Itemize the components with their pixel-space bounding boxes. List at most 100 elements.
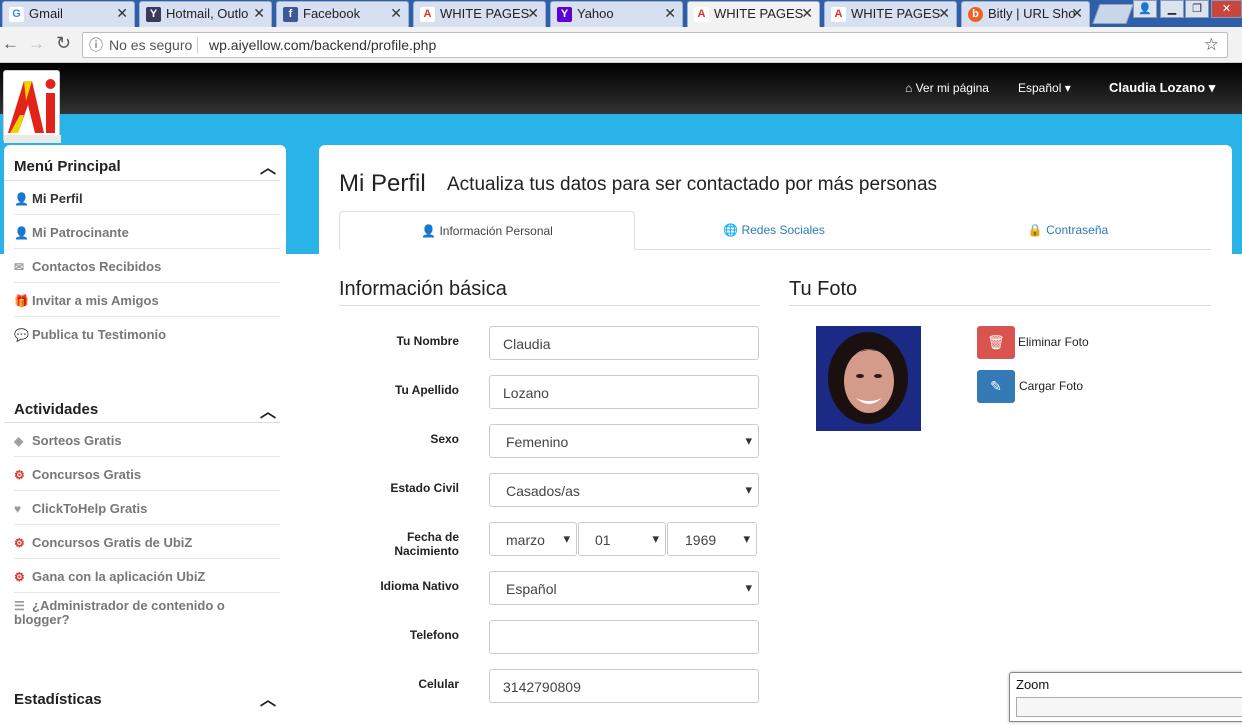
- estado-civil-label: Estado Civil: [390, 481, 459, 495]
- birth-year-select[interactable]: 1969: [667, 522, 757, 556]
- sidebar-item-testimonio[interactable]: 💬 Publica tu Testimonio: [14, 317, 280, 351]
- new-tab-button[interactable]: [1092, 4, 1134, 24]
- sidebar-item-sorteos[interactable]: ◈ Sorteos Gratis: [14, 423, 280, 457]
- bitly-icon: b: [968, 7, 983, 22]
- browser-tab[interactable]: b Bitly | URL Sho ✕: [961, 1, 1090, 27]
- browser-tab[interactable]: A WHITE PAGES ✕: [413, 1, 546, 27]
- telefono-input[interactable]: [489, 620, 759, 654]
- browser-tab[interactable]: Y Yahoo ✕: [550, 1, 683, 27]
- apellido-label: Tu Apellido: [395, 383, 459, 397]
- maximize-button[interactable]: ❐: [1185, 0, 1209, 18]
- tab-informacion-personal[interactable]: 👤 Información Personal: [339, 211, 635, 250]
- sidebar-item-contactos[interactable]: ✉ Contactos Recibidos: [14, 249, 280, 283]
- birth-month-select[interactable]: marzo: [489, 522, 577, 556]
- pencil-icon: ✎: [990, 378, 1002, 394]
- sidebar-item-blogger[interactable]: ☰ ¿Administrador de contenido o blogger?: [14, 593, 280, 637]
- upload-photo-button[interactable]: ✎: [977, 370, 1015, 403]
- main-menu-title[interactable]: Menú Principal ︿: [4, 145, 280, 181]
- sidebar-item-gana-ubiz[interactable]: ⚙ Gana con la aplicación UbiZ: [14, 559, 280, 593]
- heart-icon: ♥: [14, 502, 22, 516]
- cogs-icon: ⚙: [14, 536, 25, 550]
- close-icon[interactable]: ✕: [938, 5, 950, 22]
- user-dropdown[interactable]: Claudia Lozano ▾: [1109, 80, 1215, 96]
- comments-icon: 💬: [14, 328, 29, 342]
- browser-tab[interactable]: Y Hotmail, Outlo ✕: [139, 1, 272, 27]
- close-icon[interactable]: ✕: [1071, 5, 1083, 22]
- caret-down-icon: ▾: [1208, 80, 1216, 95]
- cogs-icon: ⚙: [14, 570, 25, 584]
- url-field[interactable]: ⓘ No es seguro wp.aiyellow.com/backend/p…: [82, 32, 1228, 58]
- reload-icon[interactable]: ↻: [56, 33, 71, 54]
- divider: [339, 305, 760, 306]
- delete-photo-button[interactable]: 🗑: [977, 326, 1015, 359]
- close-icon[interactable]: ✕: [390, 5, 402, 22]
- close-icon[interactable]: ✕: [801, 5, 813, 22]
- close-icon[interactable]: ✕: [253, 5, 265, 22]
- zoom-content[interactable]: [1016, 697, 1242, 717]
- browser-tab-bar: G Gmail ✕ Y Hotmail, Outlo ✕ f Facebook ✕ A WHI…: [0, 0, 1242, 27]
- apellido-input[interactable]: Lozano: [489, 375, 759, 409]
- cogs-icon: ⚙: [14, 468, 25, 482]
- close-icon[interactable]: ✕: [527, 5, 539, 22]
- sidebar-item-concursos-ubiz[interactable]: ⚙ Concursos Gratis de UbiZ: [14, 525, 280, 559]
- chevron-up-icon[interactable]: ︿: [260, 154, 276, 178]
- language-dropdown[interactable]: Español ▾: [1018, 81, 1071, 95]
- profile-photo-image: [816, 326, 921, 431]
- address-bar: ← → ↻ ⓘ No es seguro wp.aiyellow.com/bac…: [0, 27, 1242, 63]
- tab-contrasena[interactable]: 🔒 Contraseña: [913, 211, 1223, 250]
- idioma-label: Idioma Nativo: [380, 579, 459, 593]
- google-icon: G: [9, 7, 24, 22]
- nombre-input[interactable]: Claudia: [489, 326, 759, 360]
- close-icon[interactable]: ✕: [664, 5, 676, 22]
- stats-title[interactable]: Estadísticas ︿: [4, 680, 280, 716]
- sidebar-item-invitar[interactable]: 🎁 Invitar a mis Amigos: [14, 283, 280, 317]
- delete-photo-label[interactable]: Eliminar Foto: [1018, 335, 1089, 349]
- page-title: Mi Perfil: [339, 170, 426, 197]
- main-menu-panel: Menú Principal ︿ 👤 Mi Perfil 👤 Mi Patrocina…: [4, 145, 286, 356]
- site-logo[interactable]: Ai: [3, 70, 61, 143]
- activities-panel: Actividades ︿ ◈ Sorteos Gratis ⚙ Concursos …: [4, 389, 286, 645]
- minimize-button[interactable]: ▁: [1160, 0, 1184, 18]
- browser-tab[interactable]: f Facebook ✕: [276, 1, 409, 27]
- profile-photo: [816, 326, 921, 431]
- info-icon: ⓘ: [89, 37, 103, 53]
- browser-tab[interactable]: G Gmail ✕: [2, 1, 135, 27]
- user-icon: 👤: [14, 226, 29, 240]
- sidebar-item-mi-perfil[interactable]: 👤 Mi Perfil: [14, 181, 280, 215]
- forward-icon[interactable]: →: [28, 34, 45, 54]
- estado-civil-select[interactable]: Casados/as: [489, 473, 759, 507]
- home-icon: ⌂: [905, 81, 913, 95]
- profile-icon[interactable]: 👤: [1133, 0, 1157, 18]
- activities-title[interactable]: Actividades ︿: [4, 389, 280, 423]
- tab-redes-sociales[interactable]: 🌐 Redes Sociales: [635, 211, 913, 250]
- telefono-label: Telefono: [409, 628, 459, 642]
- close-window-button[interactable]: ✕: [1211, 0, 1242, 18]
- site-header: ⌂ Ver mi página Español ▾ Claudia Lozano…: [0, 63, 1242, 114]
- chevron-up-icon[interactable]: ︿: [260, 398, 276, 422]
- url-text: wp.aiyellow.com/backend/profile.php: [209, 37, 437, 53]
- sidebar-item-concursos[interactable]: ⚙ Concursos Gratis: [14, 457, 280, 491]
- trash-icon: 🗑: [987, 334, 1005, 350]
- logo-graphic: [4, 79, 61, 143]
- sexo-select[interactable]: Femenino: [489, 424, 759, 458]
- close-icon[interactable]: ✕: [116, 5, 128, 22]
- user-icon: 👤: [14, 192, 29, 206]
- ticket-icon: ◈: [14, 434, 24, 448]
- browser-tab-active[interactable]: A WHITE PAGES ✕: [687, 1, 820, 27]
- stats-panel: Estadísticas ︿: [4, 680, 286, 720]
- star-icon[interactable]: ☆: [1204, 33, 1219, 57]
- browser-tab[interactable]: A WHITE PAGES ✕: [824, 1, 957, 27]
- idioma-select[interactable]: Español: [489, 571, 759, 605]
- birth-day-select[interactable]: 01: [578, 522, 666, 556]
- basic-info-heading: Información básica: [339, 278, 507, 300]
- sidebar-item-clicktohelp[interactable]: ♥ ClickToHelp Gratis: [14, 491, 280, 525]
- photo-heading: Tu Foto: [789, 278, 858, 300]
- chevron-up-icon[interactable]: ︿: [260, 686, 276, 710]
- back-icon[interactable]: ←: [2, 34, 19, 54]
- profile-panel: Mi Perfil Actualiza tus datos para ser c…: [319, 145, 1232, 725]
- view-page-link[interactable]: ⌂ Ver mi página: [905, 81, 989, 95]
- sidebar-item-mi-patrocinante[interactable]: 👤 Mi Patrocinante: [14, 215, 280, 249]
- upload-photo-label[interactable]: Cargar Foto: [1019, 379, 1083, 393]
- celular-label: Celular: [418, 677, 459, 691]
- celular-input[interactable]: 3142790809: [489, 669, 759, 703]
